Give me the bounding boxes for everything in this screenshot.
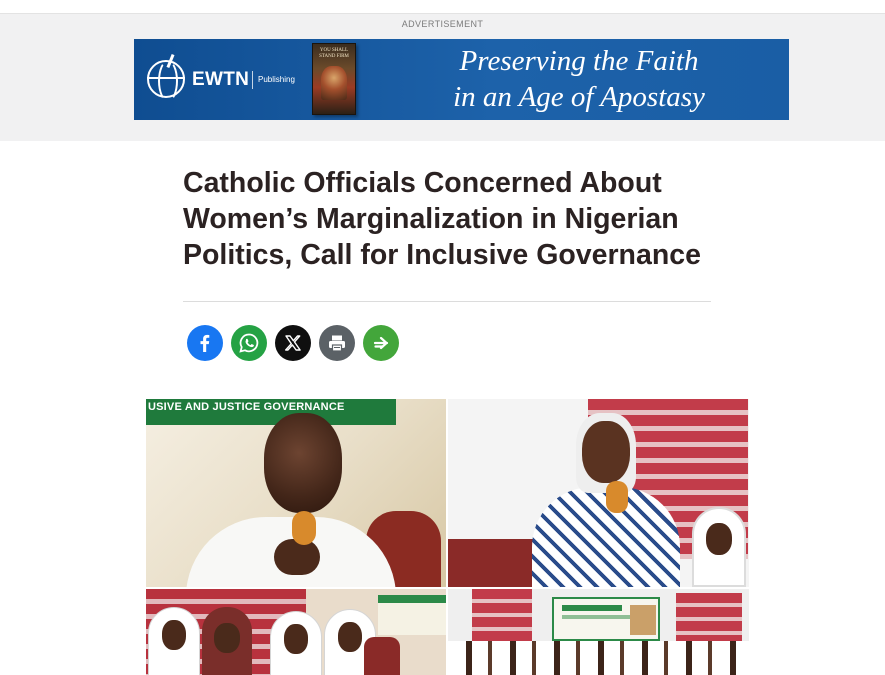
advertisement-label: ADVERTISEMENT: [401, 19, 484, 29]
ad-book-title: YOU SHALL STAND FIRM: [319, 48, 349, 59]
photo-priest-speaking: USIVE AND JUSTICE GOVERNANCE: [146, 399, 446, 587]
whatsapp-icon: [239, 333, 259, 353]
photo-attendee: [692, 507, 746, 587]
photo-microphone: [292, 511, 316, 545]
more-share-button[interactable]: [363, 325, 399, 361]
facebook-share-button[interactable]: [187, 325, 223, 361]
x-share-button[interactable]: [275, 325, 311, 361]
article-title: Catholic Officials Concerned About Women…: [183, 165, 753, 273]
photo-chair-3: [364, 637, 400, 675]
article-photo-collage: USIVE AND JUSTICE GOVERNANCE: [146, 399, 749, 675]
article-title-line-3: Politics, Call for Inclusive Governance: [183, 239, 701, 271]
facebook-icon: [200, 334, 210, 352]
share-bar: [187, 325, 399, 361]
ad-brand-divider: [252, 71, 253, 89]
top-bar: [0, 0, 885, 14]
photo-speaker-hand: [274, 539, 320, 575]
ad-headline-line-2: in an Age of Apostasy: [453, 81, 705, 113]
article-title-line-1: Catholic Officials Concerned About: [183, 167, 662, 199]
ad-headline-line-1: Preserving the Faith: [459, 45, 699, 77]
photo-poster: [378, 595, 446, 635]
title-divider: [183, 301, 711, 302]
photo-microphone-2: [606, 481, 628, 513]
ad-book-figure: [321, 66, 347, 100]
x-icon: [285, 335, 301, 351]
advertisement-banner[interactable]: EWTN Publishing YOU SHALL STAND FIRM Pre…: [134, 39, 789, 120]
photo-attendee-1: [148, 607, 200, 675]
photo-attendee-3: [270, 611, 322, 675]
photo-speaker-head: [264, 413, 342, 513]
print-button[interactable]: [319, 325, 355, 361]
ad-book-cover: YOU SHALL STAND FIRM: [312, 43, 356, 115]
share-more-icon: [373, 336, 389, 350]
whatsapp-share-button[interactable]: [231, 325, 267, 361]
photo-sister-speaking: [448, 399, 749, 587]
ewtn-globe-icon: [147, 53, 185, 102]
photo-event-board: [552, 597, 660, 641]
ad-brand: EWTN: [192, 69, 250, 90]
photo-speaker-face: [582, 421, 630, 483]
photo-audience-hall: [448, 589, 749, 675]
photo-event-banner: USIVE AND JUSTICE GOVERNANCE: [146, 399, 396, 425]
photo-attendee-2: [202, 607, 252, 675]
ad-headline: Preserving the Faith in an Age of Aposta…: [374, 43, 784, 115]
photo-event-banner-text: USIVE AND JUSTICE GOVERNANCE: [148, 401, 345, 413]
print-icon: [329, 335, 345, 352]
ad-brand-sub: Publishing: [258, 75, 295, 84]
photo-attendees-left: [146, 589, 446, 675]
article-title-line-2: Women’s Marginalization in Nigerian: [183, 203, 679, 235]
photo-audience: [448, 641, 749, 675]
